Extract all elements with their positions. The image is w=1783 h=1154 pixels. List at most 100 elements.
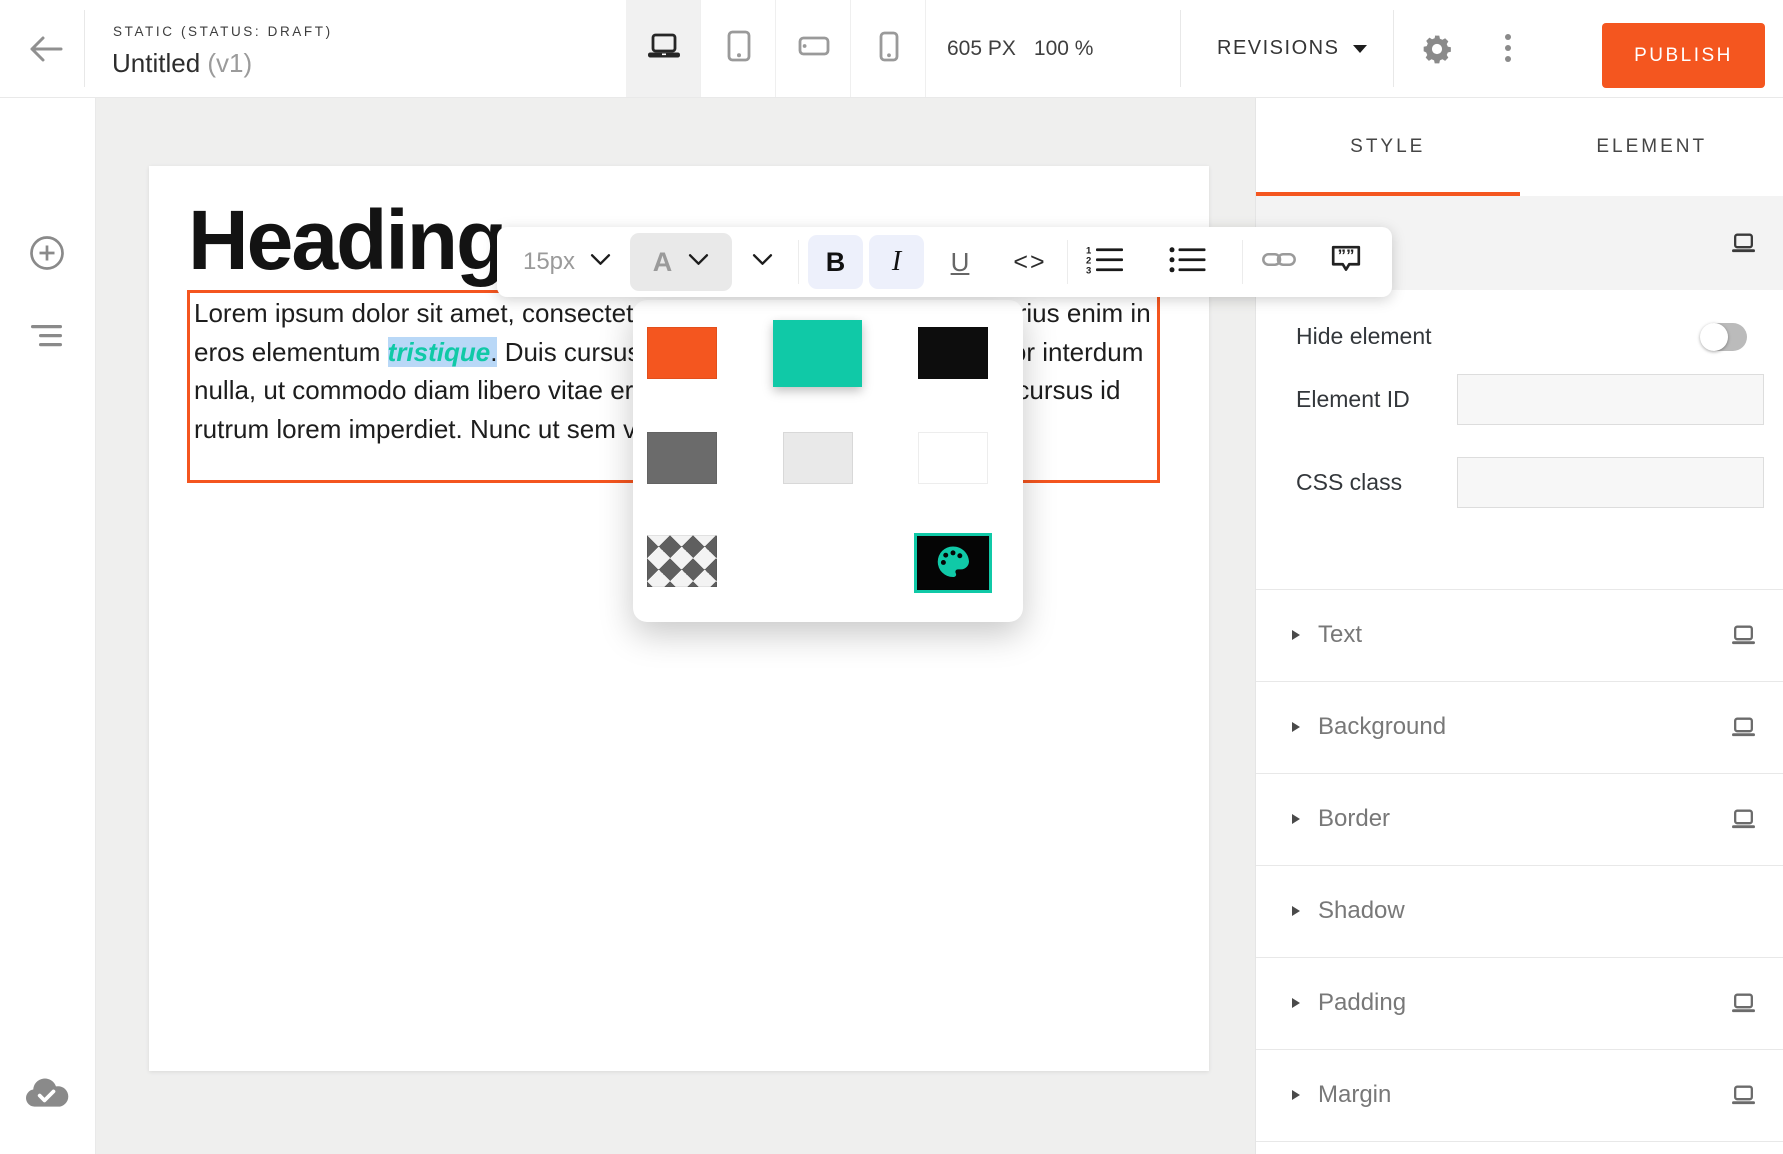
layers-outline-icon [30,323,64,352]
font-size-dropdown-chevron[interactable] [583,227,617,297]
accordion-text[interactable]: Text [1256,589,1783,681]
canvas-width: 605 PX [947,37,1016,61]
device-phone-portrait-button[interactable] [851,0,926,97]
accordion-padding[interactable]: Padding [1256,957,1783,1049]
canvas-heading[interactable]: Heading [188,192,505,289]
top-bar: STATIC (STATUS: DRAFT) Untitled (v1) [0,0,1783,97]
gear-icon [1421,52,1453,69]
ordered-list-icon: 123 [1085,245,1125,280]
app-window: STATIC (STATUS: DRAFT) Untitled (v1) [0,0,1783,1154]
swatch-custom-color[interactable] [914,533,992,593]
device-desktop-button[interactable] [626,0,701,97]
bold-button[interactable]: B [808,235,863,289]
swatch-teal[interactable] [773,320,862,387]
device-scope-icon [1731,1085,1756,1110]
divider [1242,240,1243,284]
accordion-background[interactable]: Background [1256,681,1783,773]
more-options-button[interactable] [1505,34,1513,62]
tablet-icon [725,30,753,68]
css-class-input[interactable] [1457,457,1764,508]
document-status: STATIC (STATUS: DRAFT) [113,24,333,39]
swatch-white[interactable] [918,432,988,484]
swatch-dark-gray[interactable] [647,432,717,484]
element-id-label: Element ID [1296,386,1410,413]
canvas-dimensions: 605 PX 100 % [947,0,1093,97]
accordion-shadow[interactable]: Shadow [1256,865,1783,957]
phone-portrait-icon [879,31,899,67]
back-arrow-icon [26,51,66,68]
code-button[interactable]: <> [1002,227,1058,297]
cloud-check-icon [23,1076,71,1115]
hide-element-toggle[interactable] [1701,323,1747,351]
hide-element-label: Hide element [1296,323,1432,350]
divider [798,240,799,284]
chevron-down-icon [752,253,773,271]
selected-word: tristique [388,337,491,367]
swatch-light-gray[interactable] [783,432,853,484]
plus-circle-icon [28,234,66,277]
bullet-list-icon [1168,245,1206,280]
device-phone-landscape-button[interactable] [776,0,851,97]
autosave-status [25,1073,69,1117]
link-button[interactable] [1259,227,1299,297]
device-scope-icon [1731,993,1756,1018]
add-element-button[interactable] [25,233,69,277]
underline-button[interactable]: U [934,227,986,297]
swatch-transparent[interactable] [647,535,717,587]
chevron-right-icon [1292,722,1300,732]
divider [1067,240,1068,284]
swatch-black[interactable] [918,327,988,379]
quote-bubble-icon: ”” [1330,244,1362,281]
palette-icon [935,545,971,582]
color-picker-popup [633,300,1023,622]
rich-text-toolbar: 15px A B I U <> 123 [497,227,1392,297]
font-size-dropdown[interactable]: 15px [509,227,589,297]
divider [925,0,926,97]
panel-tabs: STYLE ELEMENT [1256,97,1783,196]
svg-text:””: ”” [1337,246,1354,265]
kebab-menu-icon [1505,34,1511,40]
document-title: Untitled (v1) [112,48,252,79]
document-version: (v1) [207,48,252,78]
divider [1256,1141,1783,1142]
highlight-color-dropdown[interactable] [742,227,782,297]
chevron-right-icon [1292,998,1300,1008]
link-icon [1261,248,1297,276]
italic-button[interactable]: I [869,235,924,289]
text-selection: tristique. [388,337,498,367]
chevron-right-icon [1292,1090,1300,1100]
accordion-margin[interactable]: Margin [1256,1049,1783,1141]
laptop-icon [646,33,682,65]
device-scope-icon [1731,625,1756,650]
device-scope-icon [1731,809,1756,834]
ordered-list-button[interactable]: 123 [1083,227,1127,297]
publish-button[interactable]: PUBLISH [1602,23,1765,88]
css-class-label: CSS class [1296,469,1402,496]
phone-landscape-icon [798,36,830,61]
divider [84,10,85,87]
bullet-list-button[interactable] [1165,227,1209,297]
text-color-dropdown[interactable]: A [630,233,732,291]
device-scope-icon [1731,717,1756,742]
chevron-down-icon [688,253,709,271]
blockquote-button[interactable]: ”” [1325,227,1367,297]
device-scope-icon [1731,233,1756,258]
layers-button[interactable] [25,315,69,359]
tab-element[interactable]: ELEMENT [1520,97,1783,196]
back-button[interactable] [26,34,66,64]
divider [1393,10,1394,87]
accordion-border[interactable]: Border [1256,773,1783,865]
settings-button[interactable] [1421,33,1453,65]
element-id-input[interactable] [1457,374,1764,425]
tab-style[interactable]: STYLE [1256,97,1520,196]
left-sidebar [0,97,96,1154]
swatch-orange[interactable] [647,327,717,379]
caret-down-icon [1353,45,1367,53]
chevron-down-icon [590,253,611,271]
chevron-right-icon [1292,906,1300,916]
revisions-dropdown[interactable]: REVISIONS [1217,0,1367,97]
svg-text:3: 3 [1086,265,1091,275]
chevron-right-icon [1292,814,1300,824]
chevron-right-icon [1292,630,1300,640]
device-tablet-button[interactable] [701,0,776,97]
